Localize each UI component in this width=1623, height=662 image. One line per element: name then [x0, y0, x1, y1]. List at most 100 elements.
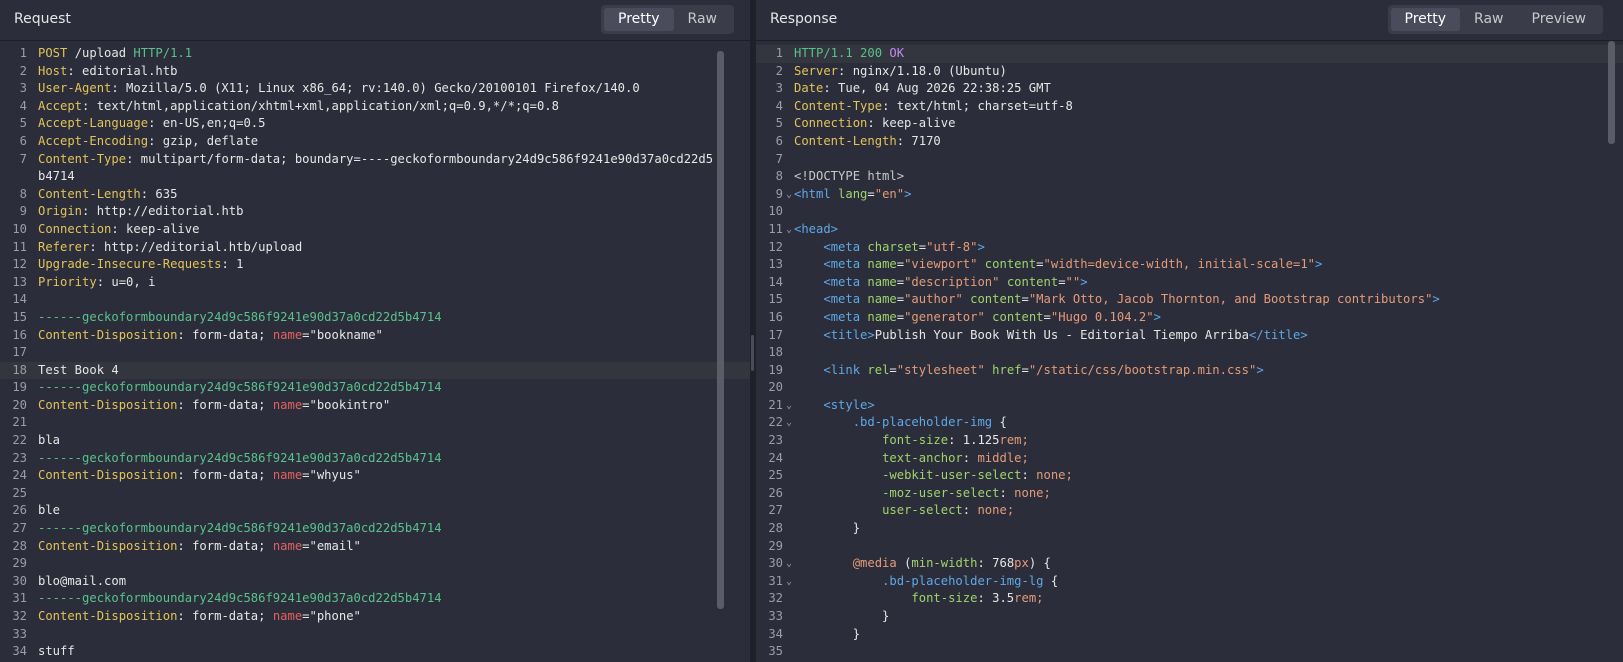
- line-number: 18: [768, 345, 783, 360]
- code-line[interactable]: 29: [0, 555, 750, 573]
- code-line[interactable]: 19 <link rel="stylesheet" href="/static/…: [756, 362, 1623, 380]
- code-line[interactable]: 28 }: [756, 520, 1623, 538]
- code-line[interactable]: b4714: [0, 168, 750, 186]
- code-line[interactable]: 27 user-select: none;: [756, 502, 1623, 520]
- code-line[interactable]: 12 Upgrade-Insecure-Requests: 1: [0, 256, 750, 274]
- code-line[interactable]: 1 POST /upload HTTP/1.1: [0, 45, 750, 63]
- code-line[interactable]: 9 Origin: http://editorial.htb: [0, 203, 750, 221]
- code-line[interactable]: 1 HTTP/1.1 200 OK: [756, 45, 1623, 63]
- code-line[interactable]: 25 -webkit-user-select: none;: [756, 467, 1623, 485]
- code-line[interactable]: 4 Accept: text/html,application/xhtml+xml…: [0, 98, 750, 116]
- code-line[interactable]: 6 Accept-Encoding: gzip, deflate: [0, 133, 750, 151]
- code-line[interactable]: 26 -moz-user-select: none;: [756, 485, 1623, 503]
- code-line[interactable]: 34 }: [756, 626, 1623, 644]
- code-line[interactable]: 23 ------geckoformboundary24d9c586f9241e9…: [0, 450, 750, 468]
- code-line[interactable]: 32 font-size: 3.5rem;: [756, 590, 1623, 608]
- code-line[interactable]: 5 Connection: keep-alive: [756, 115, 1623, 133]
- code-text: Upgrade-Insecure-Requests: 1: [38, 256, 750, 274]
- code-line[interactable]: 19 ------geckoformboundary24d9c586f9241e9…: [0, 379, 750, 397]
- code-line[interactable]: 7: [756, 151, 1623, 169]
- fold-chevron-icon[interactable]: ⌄: [786, 573, 794, 591]
- code-line[interactable]: 4 Content-Type: text/html; charset=utf-8: [756, 98, 1623, 116]
- code-line[interactable]: 11 ⌄ <head>: [756, 221, 1623, 239]
- code-line[interactable]: 8 <!DOCTYPE html>: [756, 168, 1623, 186]
- code-line[interactable]: 27 ------geckoformboundary24d9c586f9241e9…: [0, 520, 750, 538]
- code-line[interactable]: 13 <meta name="viewport" content="width=…: [756, 256, 1623, 274]
- code-line[interactable]: 16 <meta name="generator" content="Hugo …: [756, 309, 1623, 327]
- code-line[interactable]: 15 <meta name="author" content="Mark Ott…: [756, 291, 1623, 309]
- request-tab-pretty[interactable]: Pretty: [604, 8, 674, 31]
- splitter-grip[interactable]: [751, 335, 754, 371]
- code-line[interactable]: 26 ble: [0, 502, 750, 520]
- code-line[interactable]: 21: [0, 414, 750, 432]
- code-line[interactable]: 18: [756, 344, 1623, 362]
- code-line[interactable]: 33 }: [756, 608, 1623, 626]
- request-editor[interactable]: 1 POST /upload HTTP/1.1 2 Host: editorial.h…: [0, 45, 750, 662]
- code-line[interactable]: 15 ------geckoformboundary24d9c586f9241e9…: [0, 309, 750, 327]
- code-line[interactable]: 33: [0, 626, 750, 644]
- code-line[interactable]: 30 ⌄ @media (min-width: 768px) {: [756, 555, 1623, 573]
- code-line[interactable]: 24 Content-Disposition: form-data; name="…: [0, 467, 750, 485]
- code-line[interactable]: 35: [756, 643, 1623, 661]
- code-line[interactable]: 10 Connection: keep-alive: [0, 221, 750, 239]
- code-line[interactable]: 8 Content-Length: 635: [0, 186, 750, 204]
- code-line[interactable]: 29: [756, 538, 1623, 556]
- fold-chevron-icon[interactable]: ⌄: [786, 555, 794, 573]
- code-text: <style>: [794, 397, 1623, 415]
- code-line[interactable]: 9 ⌄ <html lang="en">: [756, 186, 1623, 204]
- code-line[interactable]: 2 Server: nginx/1.18.0 (Ubuntu): [756, 63, 1623, 81]
- response-scrollbar[interactable]: [1608, 41, 1615, 632]
- code-line[interactable]: 14 <meta name="description" content="">: [756, 274, 1623, 292]
- code-line[interactable]: 31 ⌄ .bd-placeholder-img-lg {: [756, 573, 1623, 591]
- code-text: ------geckoformboundary24d9c586f9241e90d…: [38, 590, 750, 608]
- fold-chevron-icon[interactable]: ⌄: [786, 186, 794, 204]
- code-line[interactable]: 2 Host: editorial.htb: [0, 63, 750, 81]
- response-tab-pretty[interactable]: Pretty: [1390, 8, 1461, 31]
- code-line[interactable]: 20 Content-Disposition: form-data; name="…: [0, 397, 750, 415]
- code-line[interactable]: 12 <meta charset="utf-8">: [756, 239, 1623, 257]
- code-line[interactable]: 6 Content-Length: 7170: [756, 133, 1623, 151]
- code-line[interactable]: 13 Priority: u=0, i: [0, 274, 750, 292]
- response-pane: Response Pretty Raw Preview 1 HTTP/1.1 20…: [756, 0, 1623, 662]
- code-line[interactable]: 28 Content-Disposition: form-data; name="…: [0, 538, 750, 556]
- code-line[interactable]: 22 ⌄ .bd-placeholder-img {: [756, 414, 1623, 432]
- response-scroll-thumb[interactable]: [1608, 41, 1615, 144]
- code-line[interactable]: 14: [0, 291, 750, 309]
- fold-gutter: [786, 643, 794, 661]
- fold-chevron-icon[interactable]: ⌄: [786, 414, 794, 432]
- code-line[interactable]: 22 bla: [0, 432, 750, 450]
- code-line[interactable]: 30 blo@mail.com: [0, 573, 750, 591]
- request-scrollbar[interactable]: [717, 45, 724, 632]
- request-scroll-thumb[interactable]: [717, 51, 724, 609]
- code-line[interactable]: 31 ------geckoformboundary24d9c586f9241e9…: [0, 590, 750, 608]
- code-line[interactable]: 17: [0, 344, 750, 362]
- code-line[interactable]: 18 Test Book 4: [0, 361, 750, 380]
- code-line[interactable]: 16 Content-Disposition: form-data; name="…: [0, 327, 750, 345]
- code-line[interactable]: 11 Referer: http://editorial.htb/upload: [0, 239, 750, 257]
- code-line[interactable]: 17 <title>Publish Your Book With Us - Ed…: [756, 327, 1623, 345]
- response-tab-preview[interactable]: Preview: [1518, 8, 1601, 31]
- code-line[interactable]: 21 ⌄ <style>: [756, 397, 1623, 415]
- code-line[interactable]: 34 stuff: [0, 643, 750, 661]
- code-line[interactable]: 3 Date: Tue, 04 Aug 2026 22:38:25 GMT: [756, 80, 1623, 98]
- code-text: <meta charset="utf-8">: [794, 239, 1623, 257]
- fold-chevron-icon[interactable]: ⌄: [786, 397, 794, 415]
- response-editor[interactable]: 1 HTTP/1.1 200 OK 2 Server: nginx/1.18.0 (U…: [756, 45, 1623, 662]
- code-line[interactable]: 7 Content-Type: multipart/form-data; boun…: [0, 151, 750, 169]
- code-line[interactable]: 20: [756, 379, 1623, 397]
- code-line[interactable]: 23 font-size: 1.125rem;: [756, 432, 1623, 450]
- code-line[interactable]: 32 Content-Disposition: form-data; name="…: [0, 608, 750, 626]
- line-number: 32: [768, 591, 783, 606]
- request-tab-raw[interactable]: Raw: [674, 8, 731, 31]
- code-line[interactable]: 25: [0, 485, 750, 503]
- response-tab-raw[interactable]: Raw: [1460, 8, 1517, 31]
- code-token: (: [896, 556, 912, 571]
- code-line[interactable]: 5 Accept-Language: en-US,en;q=0.5: [0, 115, 750, 133]
- code-line[interactable]: 24 text-anchor: middle;: [756, 450, 1623, 468]
- code-token: : text/html; charset=utf-8: [882, 98, 1073, 113]
- fold-chevron-icon[interactable]: ⌄: [786, 221, 794, 239]
- code-token: ------geckoformboundary24d9c586f9241e90d…: [38, 309, 442, 324]
- code-line[interactable]: 10: [756, 203, 1623, 221]
- code-line[interactable]: 3 User-Agent: Mozilla/5.0 (X11; Linux x86…: [0, 80, 750, 98]
